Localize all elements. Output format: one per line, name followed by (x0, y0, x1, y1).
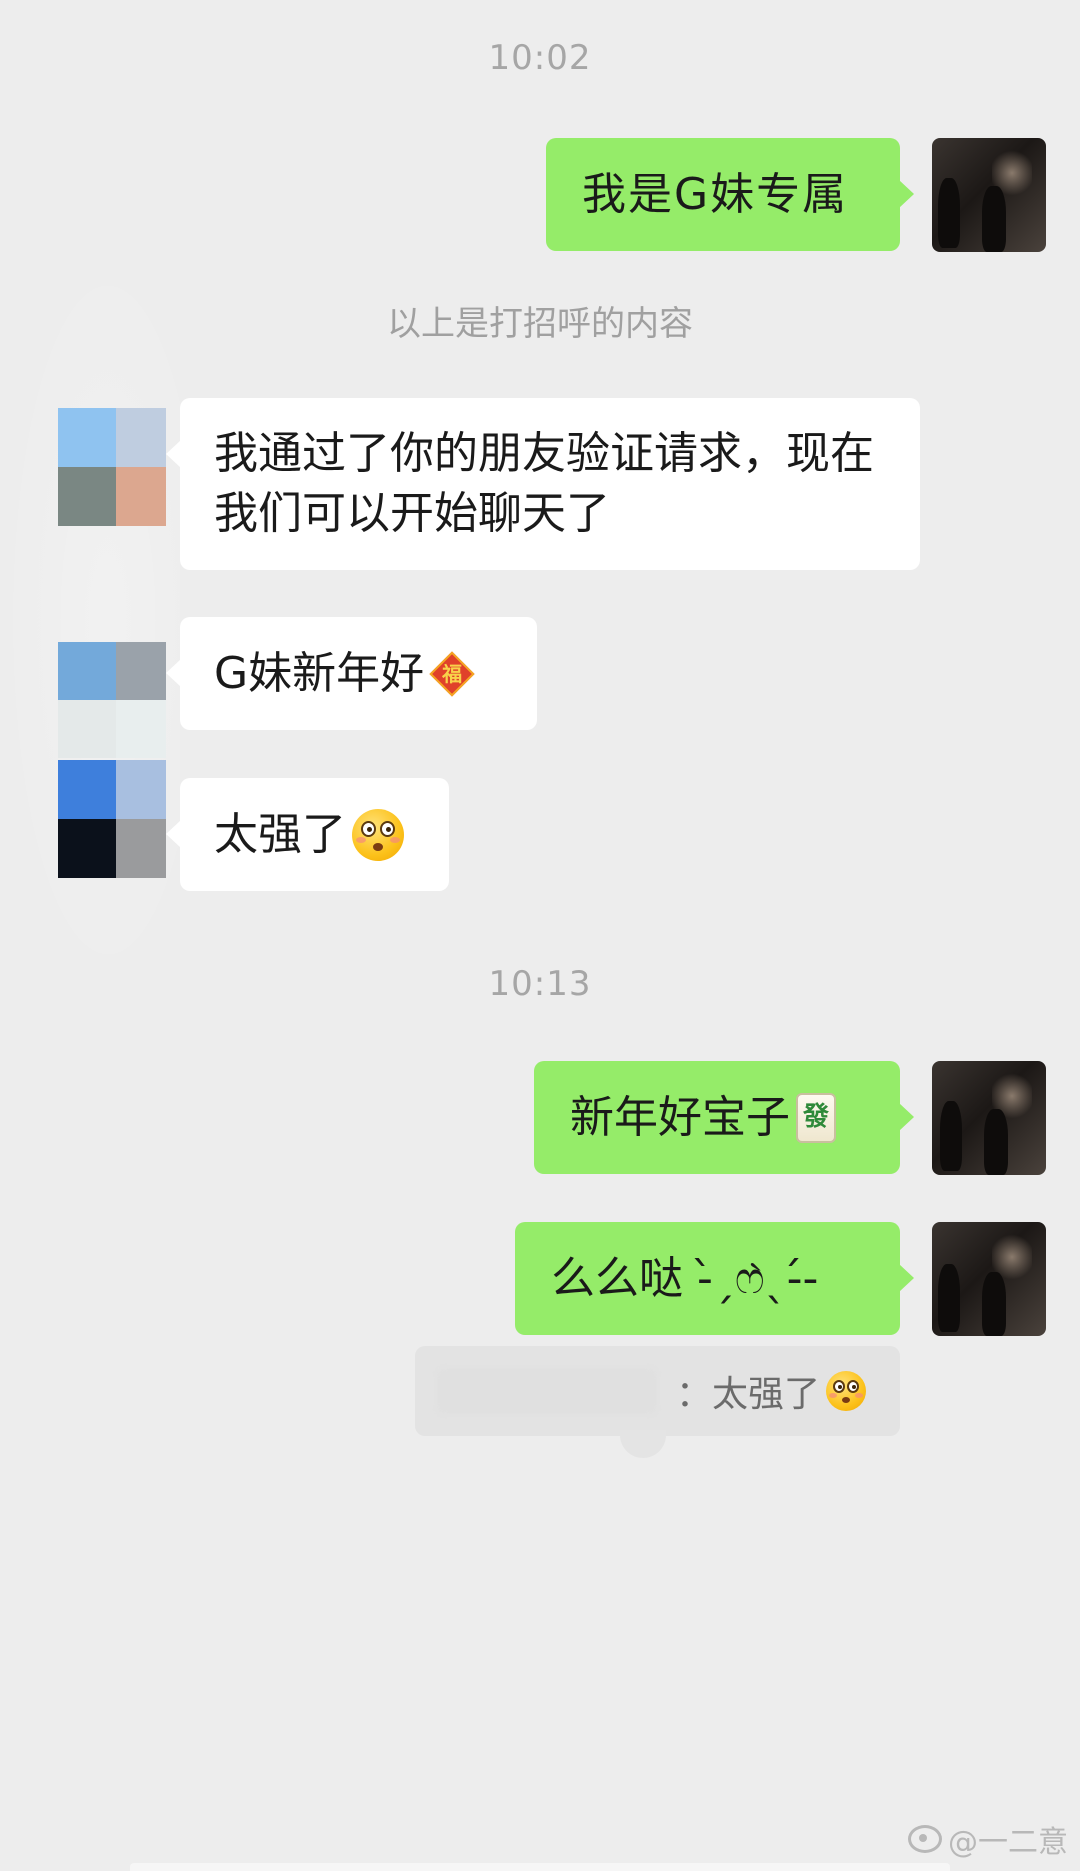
timestamp: 10:13 (488, 964, 592, 1004)
message-bubble-sent[interactable]: 么么哒 -̀ˏෆ̀ˎ-́- (515, 1222, 914, 1335)
mahjong-fa-icon: 發 (796, 1092, 836, 1143)
contact-avatar[interactable] (58, 408, 166, 526)
message-text: 么么哒 -̀ˏෆ̀ˎ-́- (551, 1252, 819, 1304)
quote-text: ：太强了 (675, 1374, 820, 1415)
blur-artifact (620, 1430, 666, 1458)
contact-avatar[interactable] (58, 760, 166, 878)
watermark-text: @一二意 (948, 1825, 1068, 1860)
my-avatar[interactable] (932, 1061, 1046, 1175)
fu-icon: 福 (429, 650, 475, 697)
timestamp: 10:02 (488, 38, 592, 78)
quoted-message[interactable]: ：太强了 (415, 1346, 900, 1436)
background-blur (0, 240, 180, 1000)
system-notice: 以上是打招呼的内容 (387, 304, 693, 344)
message-bubble-sent[interactable]: 我是G妹专属 (546, 138, 914, 251)
message-bubble-received[interactable]: G妹新年好 福 (166, 617, 537, 730)
weibo-icon (908, 1825, 942, 1853)
message-text: 太强了 (214, 808, 346, 860)
contact-avatar[interactable] (58, 642, 166, 758)
message-bubble-sent[interactable]: 新年好宝子 發 (534, 1061, 914, 1174)
my-avatar[interactable] (932, 138, 1046, 252)
blurred-name (437, 1368, 657, 1414)
my-avatar[interactable] (932, 1222, 1046, 1336)
flushed-face-icon (352, 808, 404, 861)
message-text: 我通过了你的朋友验证请求，现在我们可以开始聊天了 (214, 428, 874, 539)
message-text: 我是G妹专属 (582, 168, 849, 220)
flushed-face-icon (826, 1371, 866, 1411)
weibo-watermark: @一二意 (908, 1817, 1068, 1861)
message-text: G妹新年好 (214, 647, 425, 699)
message-bubble-received[interactable]: 我通过了你的朋友验证请求，现在我们可以开始聊天了 (166, 398, 920, 570)
message-text: 新年好宝子 (570, 1091, 790, 1143)
input-bar-edge (130, 1863, 950, 1871)
message-bubble-received[interactable]: 太强了 (166, 778, 449, 891)
